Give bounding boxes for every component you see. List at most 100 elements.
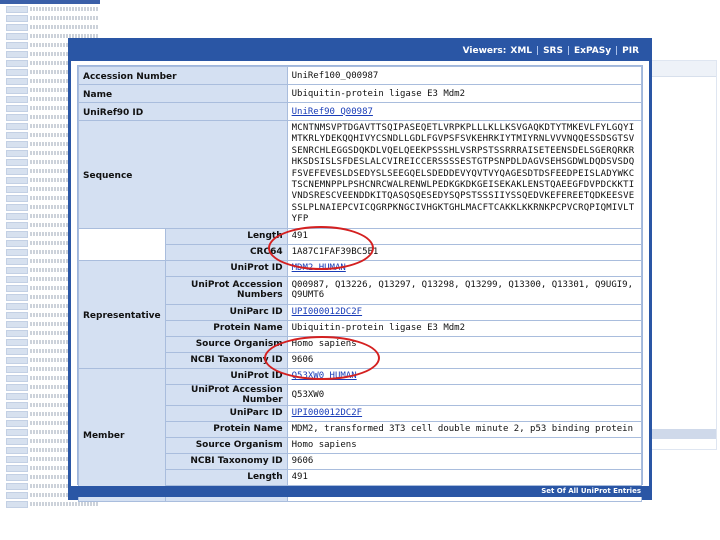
background-row-key	[6, 339, 28, 346]
viewer-link-expasy[interactable]: ExPASy	[574, 46, 611, 56]
background-row-key	[6, 375, 28, 382]
background-row-key	[6, 348, 28, 355]
background-right-band-bottom	[646, 429, 716, 439]
background-row-key	[6, 33, 28, 40]
mem-uniparc-link[interactable]: UPI000012DC2F	[292, 408, 362, 418]
mem-source-organism-label: Source Organism	[164, 436, 288, 454]
uniref90-link[interactable]: UniRef90_Q00987	[292, 107, 373, 117]
background-row-key	[6, 276, 28, 283]
accession-value: UniRef100_Q00987	[286, 66, 643, 85]
background-row-key	[6, 357, 28, 364]
representative-label: Representative	[78, 259, 166, 369]
accession-label: Accession Number	[78, 66, 288, 85]
background-row-key	[6, 15, 28, 22]
rep-uniprot-id-label: UniProt ID	[164, 259, 288, 277]
background-row-key	[6, 429, 28, 436]
mem-accession-value: Q53XW0	[286, 383, 643, 406]
background-row-key	[6, 258, 28, 265]
rep-accessions-label: UniProt Accession Numbers	[164, 275, 288, 305]
rep-uniparc-cell: UPI000012DC2F	[286, 303, 643, 321]
background-row-key	[6, 402, 28, 409]
background-row-key	[6, 42, 28, 49]
background-row-key	[6, 330, 28, 337]
background-row-key	[6, 501, 28, 508]
background-right-pane	[645, 60, 717, 450]
uniref-record-panel: Viewers: XML | SRS | ExPASy | PIR Access…	[68, 38, 652, 502]
background-row-key	[6, 6, 28, 13]
member-label: Member	[78, 367, 166, 502]
background-row-key	[6, 123, 28, 130]
background-row-key	[6, 24, 28, 31]
background-row-key	[6, 465, 28, 472]
mem-uniprot-id-label: UniProt ID	[164, 367, 288, 385]
viewer-link-pir[interactable]: PIR	[622, 46, 639, 56]
background-row-key	[6, 384, 28, 391]
table-row: Accession Number UniRef100_Q00987	[78, 66, 643, 85]
background-row-key	[6, 96, 28, 103]
background-row-value	[30, 16, 98, 20]
background-row-key	[6, 141, 28, 148]
background-row-value	[30, 502, 98, 506]
viewer-link-xml[interactable]: XML	[510, 46, 532, 56]
mem-length-label: Length	[164, 468, 288, 486]
viewers-separator: |	[536, 46, 540, 56]
footer-bar: Set Of All UniProt Entries	[71, 486, 649, 497]
background-row-key	[6, 114, 28, 121]
mem-protein-name-label: Protein Name	[164, 420, 288, 438]
background-row-key	[6, 105, 28, 112]
background-row-key	[6, 366, 28, 373]
sequence-value: MCNTNMSVPTDGAVTTSQIPASEQETLVRPKPLLLKLLKS…	[286, 120, 643, 229]
background-row-key	[6, 393, 28, 400]
uniref90-label: UniRef90 ID	[78, 102, 288, 121]
background-row-key	[6, 150, 28, 157]
background-row-key	[6, 483, 28, 490]
table-row: UniRef90 ID UniRef90_Q00987	[78, 102, 643, 121]
background-row-key	[6, 213, 28, 220]
background-row-key	[6, 51, 28, 58]
mem-uniparc-cell: UPI000012DC2F	[286, 404, 643, 422]
rep-uniparc-link[interactable]: UPI000012DC2F	[292, 307, 362, 317]
background-row-key	[6, 195, 28, 202]
background-row-key	[6, 159, 28, 166]
highlight-circle-representative	[268, 226, 374, 270]
footer-link[interactable]: Set Of All UniProt Entries	[541, 487, 641, 495]
background-row-key	[6, 456, 28, 463]
background-row	[6, 24, 98, 31]
mem-ncbi-value: 9606	[286, 452, 643, 470]
mem-accession-label: UniProt Accession Number	[164, 383, 288, 406]
background-row-key	[6, 285, 28, 292]
background-row-key	[6, 420, 28, 427]
background-row-key	[6, 321, 28, 328]
highlight-circle-member	[264, 336, 380, 380]
sequence-label: Sequence	[78, 120, 288, 229]
background-row-key	[6, 177, 28, 184]
viewers-label: Viewers:	[462, 46, 507, 56]
table-row: Sequence MCNTNMSVPTDGAVTTSQIPASEQETLVRPK…	[78, 120, 643, 229]
mem-source-organism-value: Homo sapiens	[286, 436, 643, 454]
blank-label-cell	[78, 227, 166, 261]
name-value: Ubiquitin-protein ligase E3 Mdm2	[286, 84, 643, 103]
background-row-key	[6, 204, 28, 211]
background-row-key	[6, 87, 28, 94]
rep-protein-name-label: Protein Name	[164, 319, 288, 337]
rep-accessions-value: Q00987, Q13226, Q13297, Q13298, Q13299, …	[286, 275, 643, 305]
background-right-band	[646, 61, 716, 77]
background-row-value	[30, 7, 98, 11]
background-row-key	[6, 438, 28, 445]
mem-ncbi-label: NCBI Taxonomy ID	[164, 452, 288, 470]
background-row-key	[6, 78, 28, 85]
background-row-key	[6, 186, 28, 193]
background-row-key	[6, 474, 28, 481]
viewer-link-srs[interactable]: SRS	[543, 46, 563, 56]
table-row: Name Ubiquitin-protein ligase E3 Mdm2	[78, 84, 643, 103]
rep-protein-name-value: Ubiquitin-protein ligase E3 Mdm2	[286, 319, 643, 337]
record-table: Accession Number UniRef100_Q00987 Name U…	[78, 66, 643, 502]
background-row-key	[6, 249, 28, 256]
mem-protein-name-value: MDM2, transformed 3T3 cell double minute…	[286, 420, 643, 438]
mem-length-value: 491	[286, 468, 643, 486]
background-row-key	[6, 231, 28, 238]
background-row-key	[6, 132, 28, 139]
viewers-separator: |	[615, 46, 619, 56]
background-row-key	[6, 222, 28, 229]
background-row-key	[6, 303, 28, 310]
